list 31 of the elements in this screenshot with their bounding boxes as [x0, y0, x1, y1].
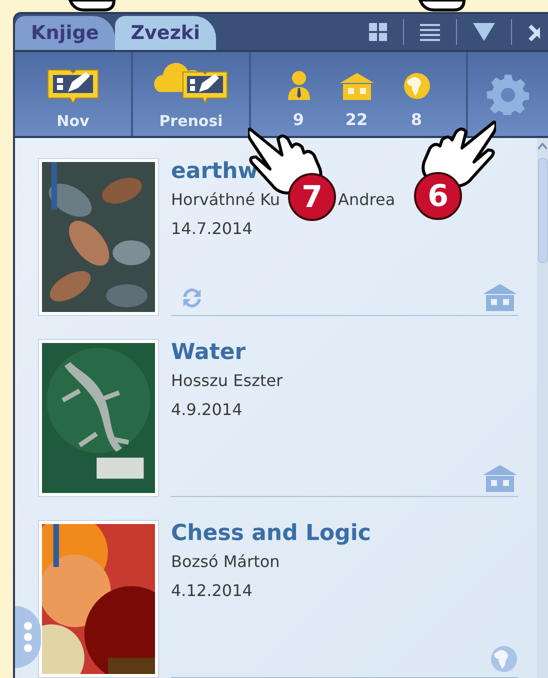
book-date: 4.9.2014 [171, 399, 244, 421]
side-handle[interactable] [15, 606, 41, 668]
book-date: 14.7.2014 [171, 218, 254, 240]
scrollbar-thumb[interactable] [538, 158, 548, 263]
house-icon [482, 283, 518, 311]
list-view-icon[interactable] [420, 23, 440, 41]
count-label: 22 [345, 109, 368, 131]
book-author: Horváthné Ku [171, 189, 280, 211]
book-title[interactable]: Water [171, 339, 518, 367]
person-icon [286, 70, 310, 100]
close-icon[interactable] [528, 23, 540, 41]
globe-icon [490, 645, 518, 673]
tab[interactable]: Zvezki [114, 16, 216, 50]
house-icon [482, 464, 518, 492]
book-date: 4.12.2014 [171, 580, 254, 602]
toolbar-button[interactable]: Nov [15, 52, 133, 136]
scrollbar[interactable] [537, 138, 548, 678]
grid-view-icon[interactable] [369, 23, 387, 41]
house-icon [338, 72, 374, 100]
toolbar-button[interactable]: Prenosi [133, 52, 251, 136]
book-author: Andrea [338, 189, 396, 211]
dropdown-icon[interactable] [473, 23, 495, 41]
count-label: 9 [292, 109, 304, 131]
book-author: Hosszu Eszter [171, 370, 283, 392]
scroll-up-icon[interactable] [538, 142, 547, 150]
globe-icon [402, 72, 430, 100]
tab[interactable]: Knjige [15, 16, 115, 50]
book-title[interactable]: Chess and Logic [171, 520, 518, 548]
settings-icon [487, 73, 529, 115]
count-label: 8 [410, 109, 422, 131]
book-author: Bozsó Márton [171, 551, 280, 573]
